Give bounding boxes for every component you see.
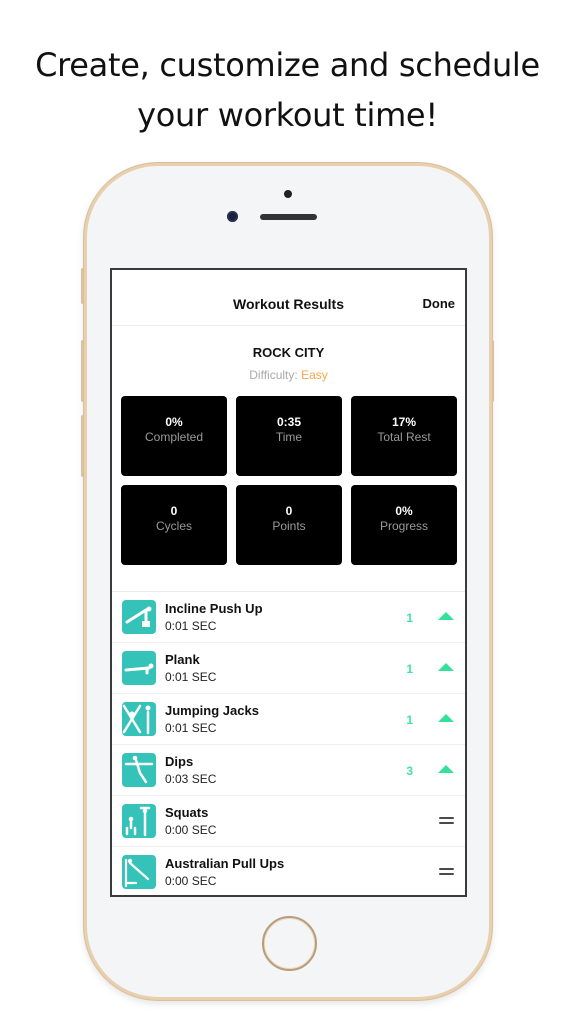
exercise-count: 1 <box>406 713 413 727</box>
stat-value: 0 <box>285 504 293 518</box>
trend-up-icon <box>438 714 454 722</box>
exercise-time: 0:00 SEC <box>165 874 217 888</box>
stat-label: Points <box>272 519 306 533</box>
stat-label: Time <box>275 430 303 444</box>
app-screen: Workout Results Done ROCK CITY Difficult… <box>110 268 467 897</box>
trend-up-icon <box>438 612 454 620</box>
exercise-name: Squats <box>165 805 209 820</box>
workout-name: ROCK CITY <box>252 345 325 360</box>
page-title: Workout Results <box>233 296 344 312</box>
exercise-time: 0:03 SEC <box>165 772 217 786</box>
stat-time: 0:35 Time <box>236 396 342 476</box>
incline-push-up-icon <box>122 600 156 634</box>
exercise-count: 1 <box>406 662 413 676</box>
exercise-row[interactable]: Dips 0:03 SEC 3 <box>112 745 465 796</box>
drag-handle-icon[interactable] <box>439 817 454 825</box>
exercise-row[interactable]: Squats 0:00 SEC <box>112 796 465 847</box>
australian-pull-ups-icon <box>122 855 156 889</box>
stat-value: 0 <box>170 504 178 518</box>
exercise-name: Australian Pull Ups <box>165 856 285 871</box>
stat-total-rest: 17% Total Rest <box>351 396 457 476</box>
promo-headline: Create, customize and schedule your work… <box>0 40 575 140</box>
difficulty-label: Difficulty: <box>249 368 298 382</box>
exercise-list: Incline Push Up 0:01 SEC 1 Plank 0:01 SE… <box>112 591 465 895</box>
front-camera-icon <box>227 211 238 222</box>
exercise-row[interactable]: Jumping Jacks 0:01 SEC 1 <box>112 694 465 745</box>
plank-icon <box>122 651 156 685</box>
stat-label: Completed <box>144 430 204 444</box>
difficulty-line: Difficulty: Easy <box>112 368 465 382</box>
exercise-time: 0:01 SEC <box>165 670 217 684</box>
stat-label: Total Rest <box>377 430 431 444</box>
stat-cycles: 0 Cycles <box>121 485 227 565</box>
jumping-jacks-icon <box>122 702 156 736</box>
exercise-time: 0:00 SEC <box>165 823 217 837</box>
headline-line-1: Create, customize and schedule <box>35 46 540 84</box>
stat-label: Progress <box>379 519 429 533</box>
navigation-bar: Workout Results Done <box>112 270 465 326</box>
dips-icon <box>122 753 156 787</box>
exercise-row[interactable]: Plank 0:01 SEC 1 <box>112 643 465 694</box>
home-button <box>262 916 317 971</box>
exercise-row[interactable]: Australian Pull Ups 0:00 SEC <box>112 847 465 895</box>
headline-line-2: your workout time! <box>137 96 438 134</box>
earpiece-speaker <box>260 214 317 220</box>
trend-up-icon <box>438 765 454 773</box>
exercise-name: Dips <box>165 754 194 769</box>
stats-grid: 0% Completed 0:35 Time 17% Total Rest 0 … <box>112 396 465 565</box>
done-button[interactable]: Done <box>423 296 456 311</box>
stat-value: 17% <box>391 415 417 429</box>
stat-value: 0% <box>165 415 183 429</box>
exercise-name: Jumping Jacks <box>165 703 259 718</box>
stat-value: 0:35 <box>276 415 302 429</box>
difficulty-value: Easy <box>301 368 328 382</box>
proximity-sensor <box>284 190 292 198</box>
stat-points: 0 Points <box>236 485 342 565</box>
stat-value: 0% <box>395 504 413 518</box>
trend-up-icon <box>438 663 454 671</box>
stat-progress: 0% Progress <box>351 485 457 565</box>
exercise-count: 1 <box>406 611 413 625</box>
exercise-name: Plank <box>165 652 200 667</box>
exercise-name: Incline Push Up <box>165 601 263 616</box>
exercise-time: 0:01 SEC <box>165 721 217 735</box>
exercise-row[interactable]: Incline Push Up 0:01 SEC 1 <box>112 592 465 643</box>
drag-handle-icon[interactable] <box>439 868 454 876</box>
stat-completed: 0% Completed <box>121 396 227 476</box>
squats-icon <box>122 804 156 838</box>
stat-label: Cycles <box>155 519 192 533</box>
exercise-count: 3 <box>406 764 413 778</box>
exercise-time: 0:01 SEC <box>165 619 217 633</box>
